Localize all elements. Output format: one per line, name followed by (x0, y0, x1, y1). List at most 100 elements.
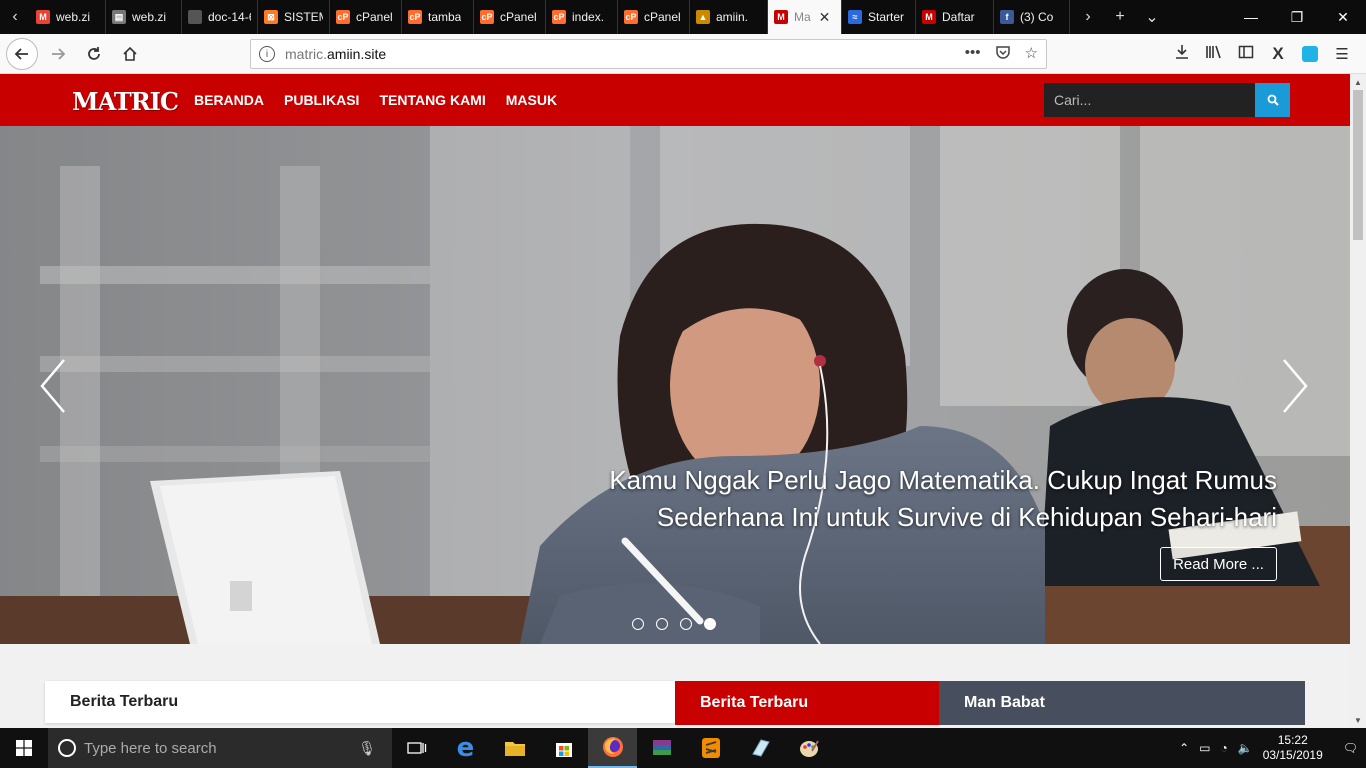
window-controls: — ❐ ✕ (1228, 0, 1366, 34)
battery-icon[interactable]: ▭ (1199, 741, 1210, 755)
taskbar-search-box[interactable]: Type here to search 🎙 (48, 728, 392, 768)
menu-beranda[interactable]: BERANDA (194, 92, 264, 108)
all-tabs-chevron-down-icon[interactable]: ⌄ (1136, 7, 1168, 27)
windows-taskbar: Type here to search 🎙 e ⌃ ▭ ◔ 🔈 15:22 03… (0, 728, 1366, 768)
close-window-icon[interactable]: ✕ (1320, 0, 1366, 34)
volume-icon[interactable]: 🔈 (1238, 741, 1253, 755)
browser-tab-label: doc-14-6c (208, 10, 251, 24)
site-logo[interactable]: MATRIC (72, 87, 179, 116)
browser-tab[interactable]: doc-14-6c (182, 0, 258, 34)
browser-tab[interactable]: cP cPanel (618, 0, 690, 34)
close-tab-icon[interactable]: ✕ (819, 9, 831, 26)
browser-tab[interactable]: ⊠ SISTEM (258, 0, 330, 34)
slide-caption-line-2: Sederhana Ini untuk Survive di Kehidupan… (656, 502, 1277, 532)
carousel-next-chevron-right-icon[interactable] (1280, 356, 1310, 416)
main-menu: BERANDA PUBLIKASI TENTANG KAMI MASUK (194, 74, 557, 126)
cpanel-icon: cP (480, 10, 494, 24)
gmail-icon: M (36, 10, 50, 24)
matric-icon: M (774, 10, 788, 24)
browser-tab[interactable]: M Daftar (916, 0, 994, 34)
tray-chevron-up-icon[interactable]: ⌃ (1179, 741, 1189, 755)
browser-tab-label: Ma (794, 10, 811, 24)
windows-start-icon[interactable] (0, 728, 48, 768)
site-info-icon[interactable]: i (259, 46, 275, 62)
forward-arrow-icon[interactable] (42, 38, 74, 70)
wifi-icon[interactable]: ◔ (1221, 741, 1228, 755)
news-tabs: Berita Terbaru Berita Terbaru Man Babat (45, 681, 1305, 725)
bookmark-star-icon[interactable]: ☆ (1025, 44, 1038, 64)
pocket-icon[interactable] (995, 44, 1011, 64)
taskbar-clock[interactable]: 15:22 03/15/2019 (1263, 733, 1323, 763)
carousel-indicator-dot[interactable] (680, 618, 692, 630)
browser-tab-label: amiin. (716, 10, 749, 24)
notepad-icon[interactable] (735, 728, 784, 768)
menu-masuk[interactable]: MASUK (506, 92, 557, 108)
file-icon: ▤ (112, 10, 126, 24)
starter-icon: ≈ (848, 10, 862, 24)
scrollbar-thumb[interactable] (1353, 90, 1363, 240)
browser-tab[interactable]: f (3) Co (994, 0, 1070, 34)
extension-x-icon[interactable]: X (1262, 44, 1294, 64)
carousel-indicator-dot[interactable] (656, 618, 668, 630)
tab-berita-terbaru[interactable]: Berita Terbaru (675, 681, 939, 725)
firefox-icon[interactable] (588, 728, 637, 768)
file-explorer-icon[interactable] (490, 728, 539, 768)
browser-tab-label: tamba (428, 10, 462, 24)
restore-icon[interactable]: ❐ (1274, 0, 1320, 34)
library-icon[interactable] (1198, 44, 1230, 64)
microphone-icon[interactable]: 🎙 (358, 740, 376, 757)
site-search (1044, 83, 1290, 117)
page-scrollbar[interactable]: ▲ ▼ (1350, 74, 1366, 728)
tab-scroll-right-icon[interactable]: › (1072, 8, 1104, 26)
browser-tab[interactable]: ≈ Starter (842, 0, 916, 34)
browser-tab[interactable]: cP cPanel (474, 0, 546, 34)
downloads-icon[interactable] (1166, 44, 1198, 64)
facebook-icon: f (1000, 10, 1014, 24)
browser-tab[interactable]: Mweb.zi (30, 0, 106, 34)
store-icon[interactable] (539, 728, 588, 768)
browser-navbar: i matric.amiin.site ••• ☆ X ☰ (0, 34, 1366, 74)
browser-tab[interactable]: cP cPanel (330, 0, 402, 34)
carousel-prev-chevron-left-icon[interactable] (38, 356, 68, 416)
matric-icon: M (922, 10, 936, 24)
tab-man-babat[interactable]: Man Babat (939, 681, 1305, 725)
browser-tab-label: SISTEM (284, 10, 323, 24)
cpanel-icon: cP (552, 10, 566, 24)
browser-tab[interactable]: ▤ web.zi (106, 0, 182, 34)
paint-icon[interactable] (784, 728, 833, 768)
minimize-icon[interactable]: — (1228, 0, 1274, 34)
winrar-icon[interactable] (637, 728, 686, 768)
task-view-icon[interactable] (392, 728, 441, 768)
scroll-up-arrow-icon[interactable]: ▲ (1350, 74, 1366, 90)
home-icon[interactable] (114, 38, 146, 70)
browser-tab[interactable]: cP index. (546, 0, 618, 34)
tab-list: Mweb.zi▤web.zidoc-14-6c⊠SISTEMcPcPanelcP… (30, 0, 1070, 34)
carousel-indicator-dot[interactable] (632, 618, 644, 630)
carousel-indicators (632, 618, 716, 630)
scroll-down-arrow-icon[interactable]: ▼ (1350, 712, 1366, 728)
sidebar-icon[interactable] (1230, 44, 1262, 64)
search-button[interactable] (1255, 83, 1290, 117)
hamburger-menu-icon[interactable]: ☰ (1326, 45, 1358, 63)
new-tab-icon[interactable]: + (1104, 8, 1136, 26)
back-arrow-icon[interactable] (6, 37, 38, 70)
page-actions-icon[interactable]: ••• (965, 44, 981, 64)
extension-cube-icon[interactable] (1302, 46, 1318, 62)
menu-tentang-kami[interactable]: TENTANG KAMI (379, 92, 485, 108)
read-more-button[interactable]: Read More ... (1160, 547, 1277, 581)
browser-tab[interactable]: M Ma ✕ (768, 0, 842, 34)
browser-tab[interactable]: ▲ amiin. (690, 0, 768, 34)
browser-tab-strip: ‹ Mweb.zi ▤ web.zi doc-14-6c ⊠ SISTEM cP cPanel… (0, 0, 1366, 34)
browser-tab[interactable]: cP tamba (402, 0, 474, 34)
search-input[interactable] (1044, 83, 1255, 117)
notifications-icon[interactable]: 🗨 (1343, 741, 1358, 755)
menu-publikasi[interactable]: PUBLIKASI (284, 92, 359, 108)
carousel-indicator-dot[interactable] (704, 618, 716, 630)
address-bar[interactable]: i matric.amiin.site ••• ☆ (250, 39, 1047, 69)
cpanel-icon: cP (336, 10, 350, 24)
sublime-text-icon[interactable] (686, 728, 735, 768)
reload-icon[interactable] (78, 38, 110, 70)
edge-browser-icon[interactable]: e (441, 728, 490, 768)
news-panel-berita-terbaru[interactable]: Berita Terbaru (45, 681, 675, 723)
tab-scroll-left-icon[interactable]: ‹ (0, 0, 30, 34)
